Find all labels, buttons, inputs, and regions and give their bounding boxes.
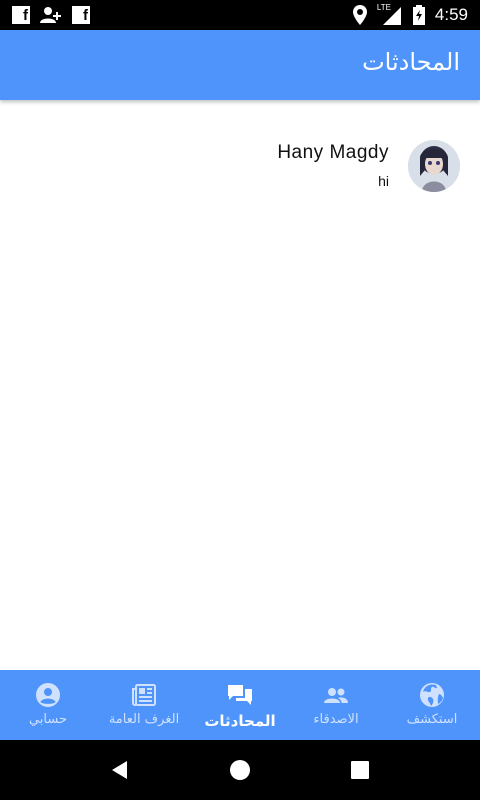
avatar-icon[interactable] bbox=[408, 140, 460, 192]
battery-icon bbox=[412, 5, 425, 25]
bottom-navigation: حسابي الغرف العامة المحادثات الاصدقاء اس… bbox=[0, 670, 480, 740]
nav-item-explore[interactable]: استكشف bbox=[384, 670, 480, 740]
nav-item-chats[interactable]: المحادثات bbox=[192, 670, 288, 740]
last-message: hi bbox=[378, 173, 389, 189]
contact-name: Hany Magdy bbox=[277, 142, 389, 163]
nav-item-friends[interactable]: الاصدقاء bbox=[288, 670, 384, 740]
facebook-icon: f bbox=[72, 6, 90, 24]
nav-label-public-rooms: الغرف العامة bbox=[108, 712, 180, 727]
nav-label-explore: استكشف bbox=[406, 712, 458, 727]
nav-label-chats: المحادثات bbox=[204, 712, 276, 730]
system-navigation-bar bbox=[0, 740, 480, 800]
nav-item-public-rooms[interactable]: الغرف العامة bbox=[96, 670, 192, 740]
people-icon bbox=[324, 688, 348, 703]
conversation-item[interactable]: Hany Magdy hi bbox=[0, 130, 480, 202]
location-icon bbox=[352, 5, 367, 25]
facebook-icon: f bbox=[12, 6, 30, 24]
system-status: LTE 4:59 bbox=[352, 3, 468, 25]
signal-icon: LTE bbox=[377, 3, 403, 25]
notification-icons: f f bbox=[12, 6, 90, 24]
recents-icon[interactable] bbox=[348, 758, 372, 782]
page-title: المحادثات bbox=[362, 48, 460, 76]
nav-item-account[interactable]: حسابي bbox=[0, 670, 96, 740]
app-bar: المحادثات bbox=[0, 30, 480, 100]
status-bar: f f LTE 4:59 bbox=[0, 0, 480, 30]
nav-label-friends: الاصدقاء bbox=[313, 712, 359, 727]
clock: 4:59 bbox=[434, 5, 468, 24]
chat-bubbles-icon bbox=[228, 685, 252, 705]
add-person-icon bbox=[40, 7, 61, 23]
home-icon[interactable] bbox=[228, 758, 252, 782]
account-circle-icon bbox=[36, 683, 60, 707]
globe-icon bbox=[420, 683, 444, 707]
newspaper-icon bbox=[132, 684, 156, 706]
nav-label-account: حسابي bbox=[28, 712, 68, 727]
back-icon[interactable] bbox=[108, 758, 132, 782]
